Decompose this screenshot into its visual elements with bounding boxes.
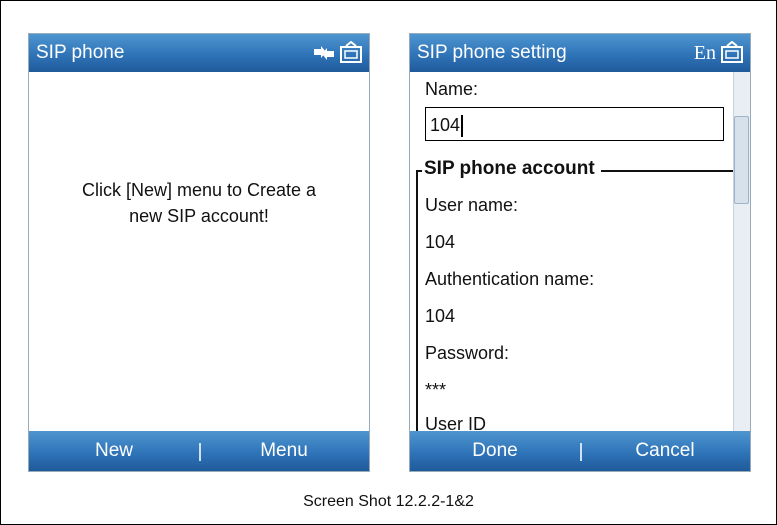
name-field[interactable]: 104 xyxy=(425,107,724,141)
title-bar: SIP phone setting En xyxy=(410,34,750,72)
sip-phone-screen: SIP phone Click [New] menu to Create a n… xyxy=(28,33,370,472)
text-caret xyxy=(461,115,464,138)
empty-state-message: Click [New] menu to Create a new SIP acc… xyxy=(29,177,369,229)
done-softkey[interactable]: Done xyxy=(410,431,580,471)
authentication-name-value[interactable]: 104 xyxy=(425,306,455,327)
sip-phone-setting-screen: SIP phone setting En Name: 104 SIP phone… xyxy=(409,33,751,472)
group-title: SIP phone account xyxy=(422,158,601,180)
menu-softkey[interactable]: Menu xyxy=(199,431,369,471)
title-bar: SIP phone xyxy=(29,34,369,72)
name-label: Name: xyxy=(425,79,479,99)
keyboard-input-icon[interactable] xyxy=(339,41,363,65)
message-line: Click [New] menu to Create a xyxy=(81,180,317,200)
authentication-name-label: Authentication name: xyxy=(425,269,595,289)
name-value: 104 xyxy=(430,115,461,135)
scrollbar[interactable] xyxy=(733,72,750,431)
sync-icon xyxy=(311,43,337,63)
keyboard-input-icon[interactable] xyxy=(720,41,744,65)
figure-caption: Screen Shot 12.2.2-1&2 xyxy=(303,493,474,510)
cancel-softkey[interactable]: Cancel xyxy=(580,431,750,471)
user-name-value[interactable]: 104 xyxy=(425,232,455,253)
user-name-label: User name: xyxy=(425,195,519,215)
screen-title: SIP phone xyxy=(36,42,125,63)
password-value[interactable]: *** xyxy=(425,380,446,401)
password-label: Password: xyxy=(425,343,510,363)
input-mode-indicator: En xyxy=(693,42,716,64)
softkey-bar: New Menu xyxy=(29,431,369,471)
softkey-bar: Done Cancel xyxy=(410,431,750,471)
scroll-thumb[interactable] xyxy=(734,116,749,204)
new-softkey[interactable]: New xyxy=(29,431,199,471)
message-line: new SIP account! xyxy=(129,206,269,226)
screen-title: SIP phone setting xyxy=(417,42,567,63)
